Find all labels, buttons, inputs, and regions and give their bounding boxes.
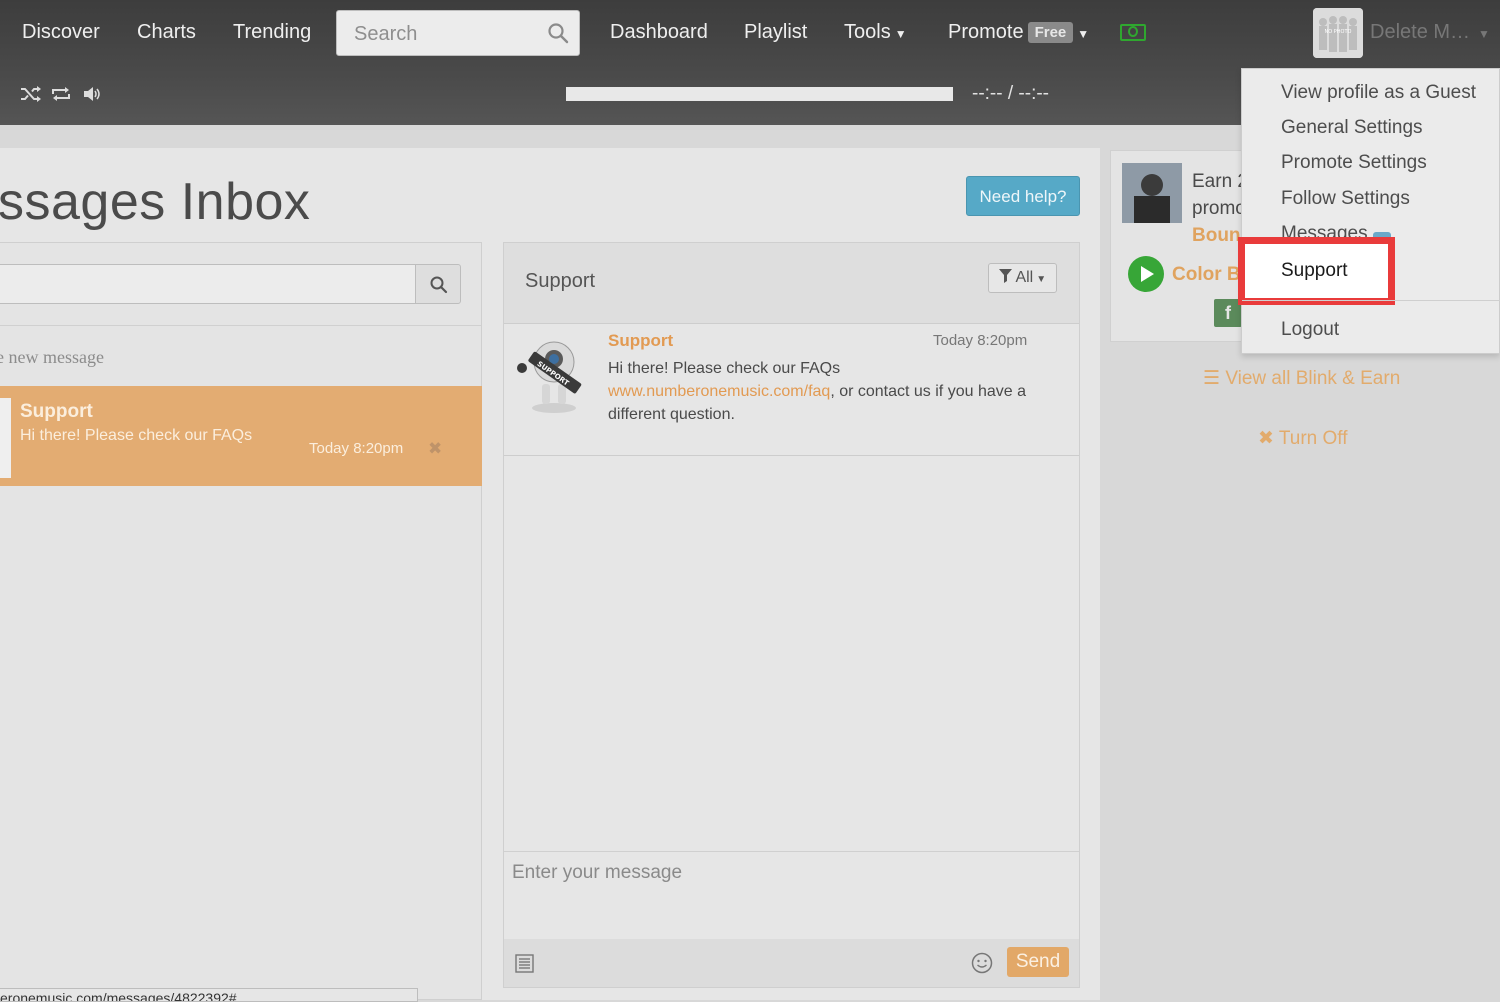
menu-divider — [1242, 300, 1500, 301]
message-text-intro: Hi there! Please check our FAQs — [608, 360, 841, 377]
search-icon[interactable] — [547, 22, 569, 49]
money-icon[interactable] — [1120, 24, 1146, 41]
chevron-down-icon: ▼ — [1036, 274, 1047, 285]
menu-item-follow-settings[interactable]: Follow Settings — [1281, 188, 1410, 210]
turn-off-link[interactable]: ✖ Turn Off — [1258, 427, 1348, 450]
inbox-search-button[interactable] — [415, 264, 461, 304]
menu-item-support[interactable]: Support — [1238, 237, 1395, 305]
page-title: ssages Inbox — [0, 173, 311, 231]
conversation-message: SUPPORT Support Today 8:20pm Hi there! P… — [504, 324, 1079, 456]
avatar-label: NO PHOTO — [1325, 29, 1352, 35]
filter-label: All — [1015, 269, 1034, 286]
playback-progress-bar[interactable] — [566, 87, 953, 101]
free-badge: Free — [1027, 22, 1074, 43]
message-time: Today 8:20pm — [933, 332, 1028, 349]
chevron-down-icon: ▼ — [894, 27, 907, 41]
repeat-icon[interactable] — [50, 85, 72, 108]
divider — [0, 325, 481, 326]
promo-photo[interactable] — [1122, 163, 1182, 223]
view-all-label: View all Blink & Earn — [1225, 368, 1401, 389]
nav-promote[interactable]: Promote Free ▼ — [948, 21, 1089, 44]
user-dropdown-menu — [1241, 68, 1500, 354]
menu-item-general-settings[interactable]: General Settings — [1281, 117, 1423, 139]
promo-line-1: Earn 2 — [1192, 171, 1248, 192]
nav-trending[interactable]: Trending — [233, 21, 311, 44]
nav-discover[interactable]: Discover — [22, 21, 100, 44]
menu-item-promote-settings[interactable]: Promote Settings — [1281, 152, 1427, 174]
message-input[interactable] — [504, 852, 1079, 938]
volume-icon[interactable] — [82, 85, 102, 108]
close-icon: ✖ — [1258, 428, 1279, 449]
menu-item-support-label: Support — [1281, 260, 1348, 281]
list-item-time: Today 8:20pm — [309, 440, 404, 457]
list-icon: ☰ — [1203, 368, 1226, 389]
promo-line-2: promo — [1192, 198, 1246, 219]
avatar[interactable]: NO PHOTO — [1313, 8, 1363, 58]
list-item-preview: Hi there! Please check our FAQs — [20, 427, 253, 444]
nav-dashboard[interactable]: Dashboard — [610, 21, 708, 44]
nav-playlist[interactable]: Playlist — [744, 21, 807, 44]
search-input[interactable] — [337, 11, 556, 57]
list-item-avatar — [0, 398, 11, 478]
menu-item-view-profile[interactable]: View profile as a Guest — [1281, 82, 1476, 104]
nav-tools[interactable]: Tools ▼ — [844, 21, 907, 44]
chevron-down-icon: ▼ — [1077, 27, 1090, 41]
nav-charts[interactable]: Charts — [137, 21, 196, 44]
message-body: Hi there! Please check our FAQs www.numb… — [608, 357, 1058, 426]
chevron-down-icon: ▼ — [1478, 27, 1490, 41]
promo-track-link[interactable]: Color B — [1172, 264, 1241, 286]
message-sender: Support — [608, 331, 674, 350]
delete-icon[interactable]: ✖ — [428, 439, 442, 459]
menu-item-logout[interactable]: Logout — [1281, 319, 1339, 341]
need-help-button[interactable]: Need help? — [966, 176, 1080, 216]
filter-icon — [998, 269, 1016, 286]
view-all-link[interactable]: ☰ View all Blink & Earn — [1203, 367, 1400, 390]
nav-tools-label: Tools — [844, 21, 891, 43]
user-name: Delete M… — [1370, 21, 1471, 43]
nav-promote-label: Promote — [948, 21, 1024, 43]
support-robot-avatar: SUPPORT — [514, 334, 592, 419]
search-icon — [430, 276, 448, 294]
new-message-link[interactable]: e new message — [0, 347, 104, 368]
template-icon[interactable] — [515, 954, 534, 978]
play-icon[interactable] — [1128, 256, 1164, 292]
playback-timer: --:-- / --:-- — [972, 83, 1050, 104]
message-compose — [504, 851, 1079, 940]
send-button[interactable]: Send — [1007, 947, 1069, 977]
list-item[interactable]: Support Hi there! Please check our FAQs … — [0, 386, 482, 486]
emoji-icon[interactable] — [971, 952, 993, 979]
list-item-sender: Support — [20, 401, 93, 422]
conversation-title: Support — [525, 270, 596, 292]
search-box — [336, 10, 580, 57]
faq-link[interactable]: www.numberonemusic.com/faq — [608, 383, 830, 400]
user-menu-toggle[interactable]: Delete M… ▼ — [1370, 21, 1490, 44]
turn-off-label: Turn Off — [1278, 428, 1348, 449]
filter-dropdown[interactable]: All ▼ — [988, 263, 1057, 293]
inbox-search-input[interactable] — [0, 264, 416, 304]
shuffle-icon[interactable] — [20, 85, 42, 108]
